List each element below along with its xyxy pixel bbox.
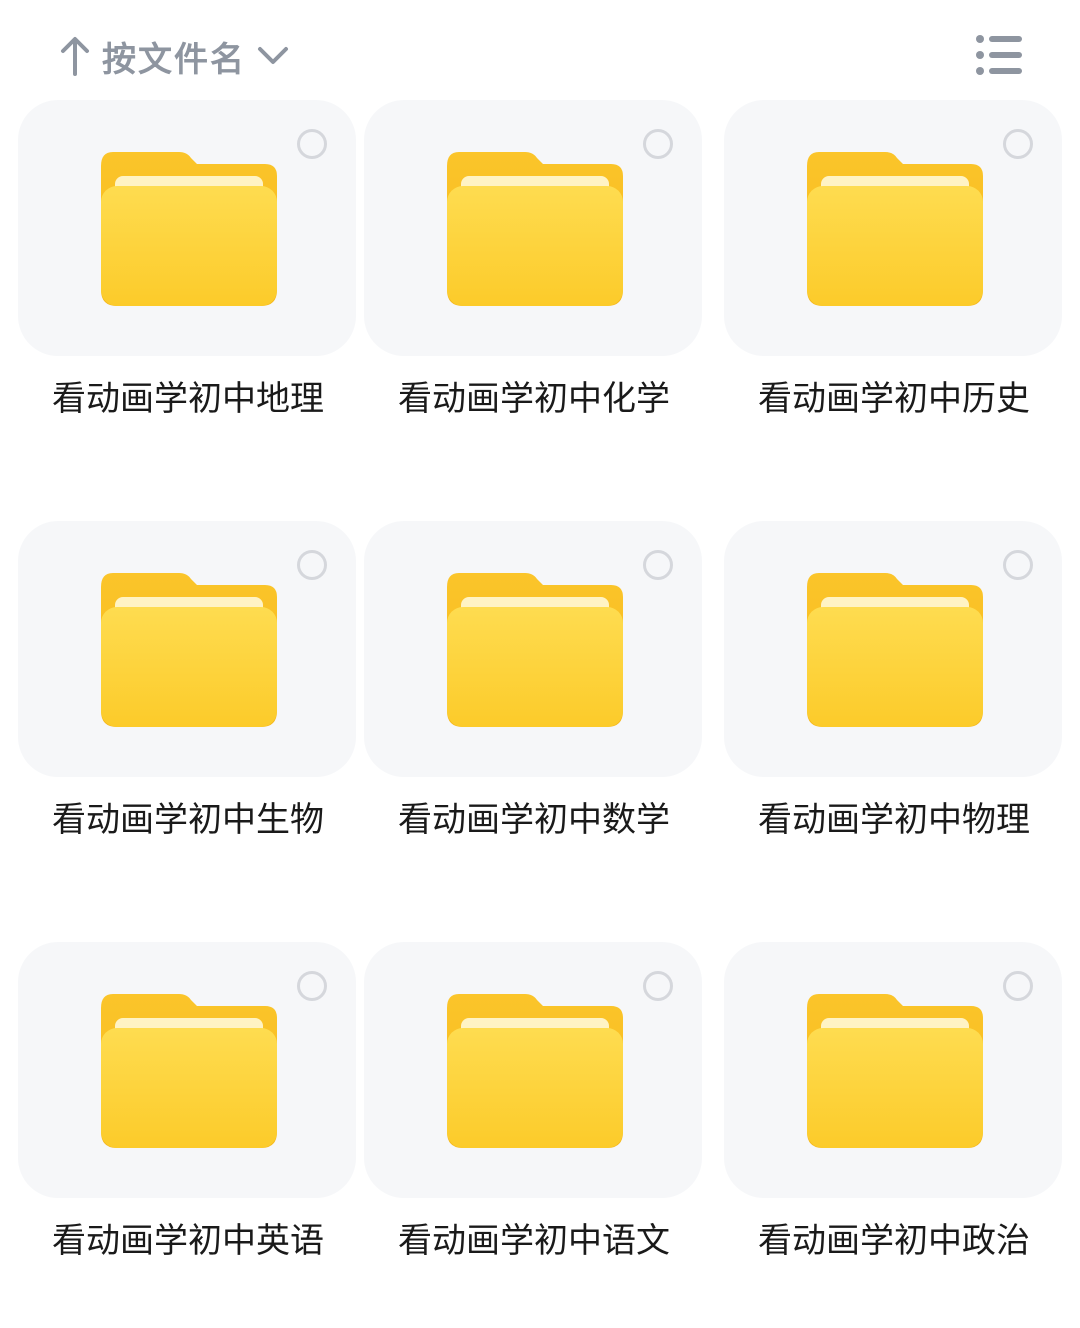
folder-tile[interactable]: 看动画学初中政治 (724, 942, 1064, 1328)
folder-name: 看动画学初中英语 (52, 1221, 324, 1261)
select-checkbox[interactable] (643, 129, 673, 159)
folder-card[interactable] (18, 942, 356, 1198)
folder-icon (447, 994, 623, 1148)
folder-icon (807, 573, 983, 727)
folder-card[interactable] (18, 521, 356, 777)
folder-name: 看动画学初中物理 (758, 800, 1030, 840)
folder-icon (447, 152, 623, 306)
folder-card[interactable] (364, 942, 702, 1198)
folder-tile[interactable]: 看动画学初中语文 (364, 942, 704, 1328)
select-checkbox[interactable] (297, 971, 327, 1001)
select-checkbox[interactable] (297, 129, 327, 159)
folder-icon (101, 573, 277, 727)
folder-name: 看动画学初中历史 (758, 379, 1030, 419)
folder-tile[interactable]: 看动画学初中化学 (364, 100, 704, 500)
select-checkbox[interactable] (1003, 971, 1033, 1001)
file-browser-page: 按文件名 看动画学初中地理 看动画学初中化学 看动画学初中历史 看动画学初中生物… (0, 0, 1080, 1328)
folder-tile[interactable]: 看动画学初中英语 (18, 942, 358, 1328)
select-checkbox[interactable] (297, 550, 327, 580)
folder-card[interactable] (18, 100, 356, 356)
folder-grid: 看动画学初中地理 看动画学初中化学 看动画学初中历史 看动画学初中生物 看动画学… (0, 0, 1080, 1328)
folder-tile[interactable]: 看动画学初中物理 (724, 521, 1064, 921)
folder-card[interactable] (364, 100, 702, 356)
folder-icon (807, 152, 983, 306)
select-checkbox[interactable] (1003, 129, 1033, 159)
select-checkbox[interactable] (643, 550, 673, 580)
folder-icon (101, 994, 277, 1148)
folder-name: 看动画学初中语文 (398, 1221, 670, 1261)
folder-name: 看动画学初中数学 (398, 800, 670, 840)
folder-card[interactable] (724, 100, 1062, 356)
folder-name: 看动画学初中化学 (398, 379, 670, 419)
select-checkbox[interactable] (1003, 550, 1033, 580)
folder-name: 看动画学初中地理 (52, 379, 324, 419)
folder-tile[interactable]: 看动画学初中历史 (724, 100, 1064, 500)
folder-tile[interactable]: 看动画学初中地理 (18, 100, 358, 500)
select-checkbox[interactable] (643, 971, 673, 1001)
folder-icon (101, 152, 277, 306)
folder-icon (447, 573, 623, 727)
folder-card[interactable] (724, 521, 1062, 777)
folder-card[interactable] (724, 942, 1062, 1198)
folder-card[interactable] (364, 521, 702, 777)
folder-icon (807, 994, 983, 1148)
folder-tile[interactable]: 看动画学初中生物 (18, 521, 358, 921)
folder-tile[interactable]: 看动画学初中数学 (364, 521, 704, 921)
folder-name: 看动画学初中政治 (758, 1221, 1030, 1261)
folder-name: 看动画学初中生物 (52, 800, 324, 840)
